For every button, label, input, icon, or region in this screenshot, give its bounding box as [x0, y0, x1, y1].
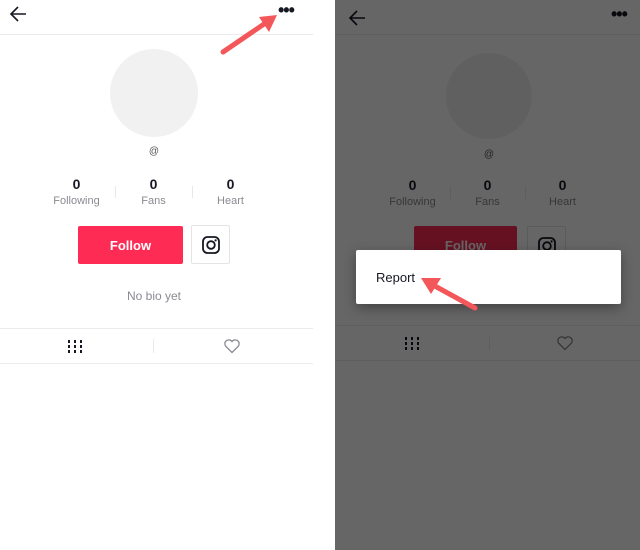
more-options-button[interactable]: •••	[278, 1, 300, 20]
stat-following[interactable]: 0 Following	[38, 176, 115, 210]
instagram-icon	[201, 235, 220, 254]
stat-label: Fans	[141, 195, 166, 207]
divider	[115, 186, 116, 198]
options-menu: Report	[356, 250, 621, 304]
top-bar: •••	[0, 0, 313, 35]
divider	[192, 186, 193, 198]
heart-icon[interactable]	[223, 338, 241, 354]
stat-fans[interactable]: 0 Fans	[115, 176, 192, 210]
stat-value: 0	[226, 176, 235, 192]
instagram-button[interactable]	[191, 225, 230, 264]
stat-heart[interactable]: 0 Heart	[192, 176, 269, 210]
report-menu-item[interactable]: Report	[376, 270, 415, 285]
profile-screen-before: ••• @ 0 Following 0 Fans 0 Heart Follow …	[0, 0, 313, 550]
back-arrow-icon[interactable]	[9, 4, 29, 24]
divider	[153, 339, 154, 353]
stat-label: Heart	[217, 195, 244, 207]
bio-text: No bio yet	[126, 289, 182, 303]
panel-gap	[313, 0, 335, 550]
avatar	[110, 49, 198, 137]
username-handle: @	[148, 146, 160, 157]
stats-row: 0 Following 0 Fans 0 Heart	[38, 176, 269, 210]
stat-value: 0	[149, 176, 158, 192]
videos-grid-icon[interactable]	[66, 338, 84, 354]
profile-screen-after: ••• @ 0 Following 0 Fans 0 Heart Follow	[335, 0, 640, 550]
follow-button[interactable]: Follow	[78, 226, 183, 264]
stat-label: Following	[53, 195, 100, 207]
stat-value: 0	[72, 176, 81, 192]
content-tabs	[0, 328, 313, 364]
